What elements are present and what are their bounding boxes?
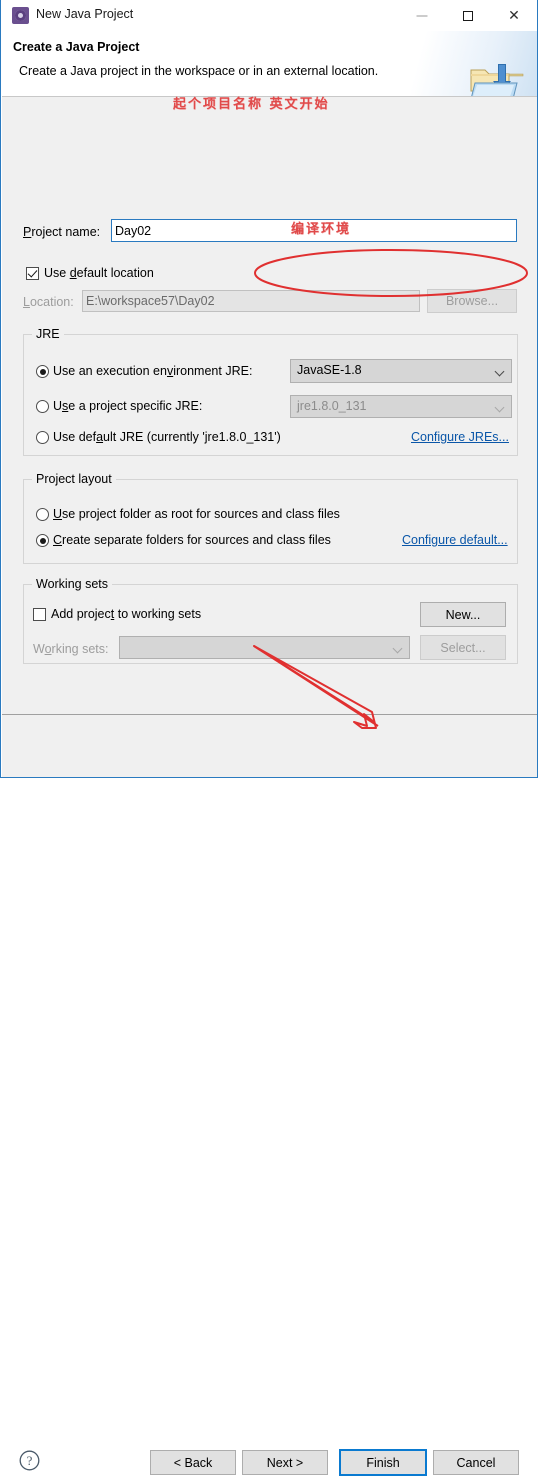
svg-text:?: ? (27, 1453, 33, 1468)
location-input[interactable] (82, 290, 420, 312)
working-sets-group-title: Working sets (32, 577, 113, 591)
dialog-body: Project name: Use default location Locat… (2, 97, 537, 714)
minimize-icon (416, 15, 428, 16)
default-jre-label: Use default JRE (currently 'jre1.8.0_131… (53, 430, 281, 444)
minimize-button[interactable] (399, 0, 445, 31)
project-layout-group-title: Project layout (32, 472, 116, 486)
maximize-button[interactable] (445, 0, 491, 31)
annotation-jre-hint: 编译环境 (291, 222, 352, 237)
layout-separate-radio[interactable] (36, 534, 49, 547)
header-title: Create a Java Project (13, 40, 140, 54)
execution-environment-combo[interactable]: JavaSE-1.8 (290, 359, 512, 383)
layout-root-label: Use project folder as root for sources a… (53, 507, 340, 521)
new-java-project-dialog: New Java Project ✕ Create a Java Project… (0, 0, 538, 1476)
annotation-project-name-hint: 起个项目名称 英文开始 (173, 97, 330, 112)
default-jre-radio[interactable] (36, 431, 49, 444)
maximize-icon (463, 10, 473, 21)
working-sets-label: Working sets: (33, 642, 109, 656)
execution-environment-radio[interactable] (36, 365, 49, 378)
title-bar: New Java Project ✕ (1, 0, 537, 31)
help-question-icon[interactable]: ? (19, 1450, 40, 1471)
project-specific-jre-label: Use a project specific JRE: (53, 399, 203, 413)
close-icon: ✕ (508, 7, 520, 24)
location-label: Location: (23, 295, 74, 309)
select-working-set-button[interactable]: Select... (420, 635, 506, 660)
configure-default-link[interactable]: Configure default... (402, 533, 508, 547)
chevron-down-icon (394, 645, 401, 652)
jre-group-title: JRE (32, 327, 64, 341)
back-button[interactable]: < Back (150, 1450, 236, 1475)
cancel-button[interactable]: Cancel (433, 1450, 519, 1475)
layout-root-radio[interactable] (36, 508, 49, 521)
new-java-project-folder-icon (470, 64, 524, 96)
next-button[interactable]: Next > (242, 1450, 328, 1475)
add-project-to-working-sets-label: Add project to working sets (51, 607, 202, 621)
back-label: < Back (173, 1455, 213, 1470)
java-project-icon (12, 7, 29, 24)
execution-environment-label: Use an execution environment JRE: (53, 364, 253, 378)
browse-button[interactable]: Browse... (427, 289, 517, 313)
chevron-down-icon (496, 404, 503, 411)
chevron-down-icon (496, 368, 503, 375)
header-description: Create a Java project in the workspace o… (19, 64, 379, 78)
window-title: New Java Project (36, 7, 134, 21)
new-working-set-button[interactable]: New... (420, 602, 506, 627)
next-label: Next > (266, 1455, 304, 1470)
use-default-location-checkbox[interactable] (26, 267, 39, 280)
new-working-set-label: New... (445, 607, 481, 622)
wizard-header: Create a Java Project Create a Java proj… (2, 31, 537, 96)
project-name-label: Project name: (23, 225, 101, 239)
cancel-label: Cancel (456, 1455, 496, 1470)
finish-label: Finish (366, 1455, 400, 1470)
close-button[interactable]: ✕ (491, 0, 537, 31)
use-default-location-label: Use default location (44, 266, 154, 280)
add-project-to-working-sets-checkbox[interactable] (33, 608, 46, 621)
layout-separate-label: Create separate folders for sources and … (53, 533, 331, 547)
configure-jres-link[interactable]: Configure JREs... (411, 430, 509, 444)
project-specific-jre-combo[interactable]: jre1.8.0_131 (290, 395, 512, 418)
select-working-set-label: Select... (440, 640, 486, 655)
project-layout-group (23, 479, 518, 564)
project-specific-jre-value: jre1.8.0_131 (297, 399, 367, 413)
project-specific-jre-radio[interactable] (36, 400, 49, 413)
finish-button[interactable]: Finish (339, 1449, 427, 1476)
working-sets-combo[interactable] (119, 636, 410, 659)
execution-environment-value: JavaSE-1.8 (297, 363, 362, 377)
dialog-footer: ? < Back Next > Finish Cancel (2, 715, 537, 1476)
